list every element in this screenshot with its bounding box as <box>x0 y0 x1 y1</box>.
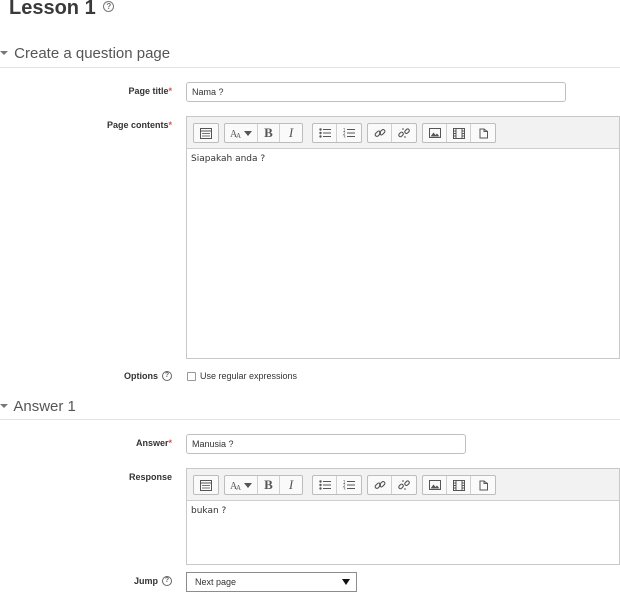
options-label: Options? <box>90 370 172 382</box>
section-title: Answer 1 <box>13 398 76 415</box>
page-title-label: Page title* <box>90 86 172 96</box>
help-icon[interactable]: ? <box>103 1 115 13</box>
toolbar-group-4 <box>367 123 417 143</box>
label-text: Page title <box>128 86 169 96</box>
editor-content[interactable]: Siapakah anda ? <box>187 149 619 358</box>
manage-files-icon[interactable] <box>471 124 495 142</box>
insert-media-icon[interactable] <box>447 476 471 494</box>
svg-text:A: A <box>236 484 241 491</box>
response-editor[interactable]: AA B I 123 bukan ? <box>186 468 620 565</box>
toolbar-group-5 <box>422 475 496 495</box>
toolbar-group-1 <box>193 123 219 143</box>
jump-select[interactable]: Next page <box>186 572 357 592</box>
section-header-answer[interactable]: Answer 1 <box>0 398 76 415</box>
label-text: Page contents <box>106 120 169 130</box>
page-title-input[interactable] <box>186 82 566 102</box>
editor-toolbar: AA B I 123 <box>187 469 619 501</box>
unlink-icon[interactable] <box>392 124 416 142</box>
toolbar-group-4 <box>367 475 417 495</box>
editor-content[interactable]: bukan ? <box>187 501 619 564</box>
font-style-icon[interactable]: AA <box>225 124 258 142</box>
ordered-list-icon[interactable]: 123 <box>337 124 361 142</box>
page-contents-editor[interactable]: AA B I 123 Siapakah anda ? <box>186 116 620 359</box>
link-icon[interactable] <box>368 476 392 494</box>
show-more-buttons-icon[interactable] <box>194 476 218 494</box>
section-title: Create a question page <box>14 45 171 62</box>
italic-icon[interactable]: I <box>280 476 302 494</box>
label-text: Options <box>124 371 158 381</box>
page-contents-label: Page contents* <box>90 120 172 130</box>
collapse-caret-icon[interactable] <box>0 404 8 409</box>
section-divider <box>0 67 620 68</box>
insert-image-icon[interactable] <box>423 476 447 494</box>
bold-icon[interactable]: B <box>258 124 280 142</box>
regex-checkbox-label[interactable]: Use regular expressions <box>200 371 297 381</box>
lesson-title-text: Lesson 1 <box>9 0 96 19</box>
ordered-list-icon[interactable]: 123 <box>337 476 361 494</box>
toolbar-group-1 <box>193 475 219 495</box>
help-icon[interactable]: ? <box>162 575 172 586</box>
manage-files-icon[interactable] <box>471 476 495 494</box>
show-more-buttons-icon[interactable] <box>194 124 218 142</box>
font-style-icon[interactable]: AA <box>225 476 258 494</box>
insert-media-icon[interactable] <box>447 124 471 142</box>
collapse-caret-icon[interactable] <box>0 51 8 56</box>
answer-label: Answer* <box>90 438 172 448</box>
unordered-list-icon[interactable] <box>313 476 337 494</box>
unordered-list-icon[interactable] <box>313 124 337 142</box>
required-icon: * <box>168 438 172 448</box>
label-text: Response <box>128 472 172 482</box>
help-icon[interactable]: ? <box>162 370 172 381</box>
label-text: Jump <box>133 576 158 586</box>
editor-toolbar: AA B I 123 <box>187 117 619 149</box>
toolbar-group-2: AA B I <box>224 123 303 143</box>
jump-label: Jump? <box>90 575 172 587</box>
svg-text:3: 3 <box>343 135 346 139</box>
svg-text:A: A <box>236 132 241 139</box>
required-icon: * <box>168 86 172 96</box>
answer-input[interactable] <box>186 434 466 454</box>
section-divider <box>0 419 620 420</box>
dropdown-arrow-icon[interactable] <box>342 579 350 585</box>
toolbar-group-2: AA B I <box>224 475 303 495</box>
required-icon: * <box>168 120 172 130</box>
svg-text:3: 3 <box>343 487 346 491</box>
link-icon[interactable] <box>368 124 392 142</box>
section-header-question[interactable]: Create a question page <box>0 45 170 62</box>
toolbar-group-3: 123 <box>312 475 362 495</box>
response-label: Response <box>90 472 172 482</box>
toolbar-group-5 <box>422 123 496 143</box>
toolbar-group-3: 123 <box>312 123 362 143</box>
insert-image-icon[interactable] <box>423 124 447 142</box>
italic-icon[interactable]: I <box>280 124 302 142</box>
unlink-icon[interactable] <box>392 476 416 494</box>
regex-checkbox[interactable] <box>187 372 196 381</box>
label-text: Answer <box>135 438 169 448</box>
lesson-title: Lesson 1 ? <box>9 0 115 20</box>
bold-icon[interactable]: B <box>258 476 280 494</box>
jump-selected-value: Next page <box>195 577 237 587</box>
